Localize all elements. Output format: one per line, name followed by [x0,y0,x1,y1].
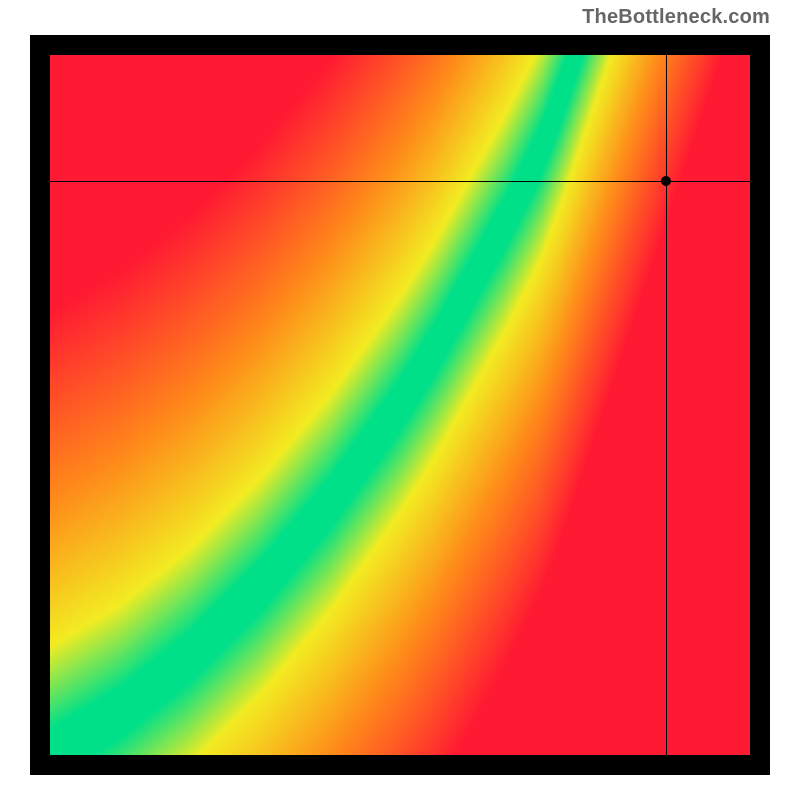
crosshair-marker [661,176,671,186]
plot-frame [30,35,770,775]
heatmap-canvas [50,55,750,755]
plot-inner [50,55,750,755]
crosshair-horizontal [50,181,750,182]
crosshair-vertical [666,55,667,755]
watermark-text: TheBottleneck.com [582,6,770,29]
